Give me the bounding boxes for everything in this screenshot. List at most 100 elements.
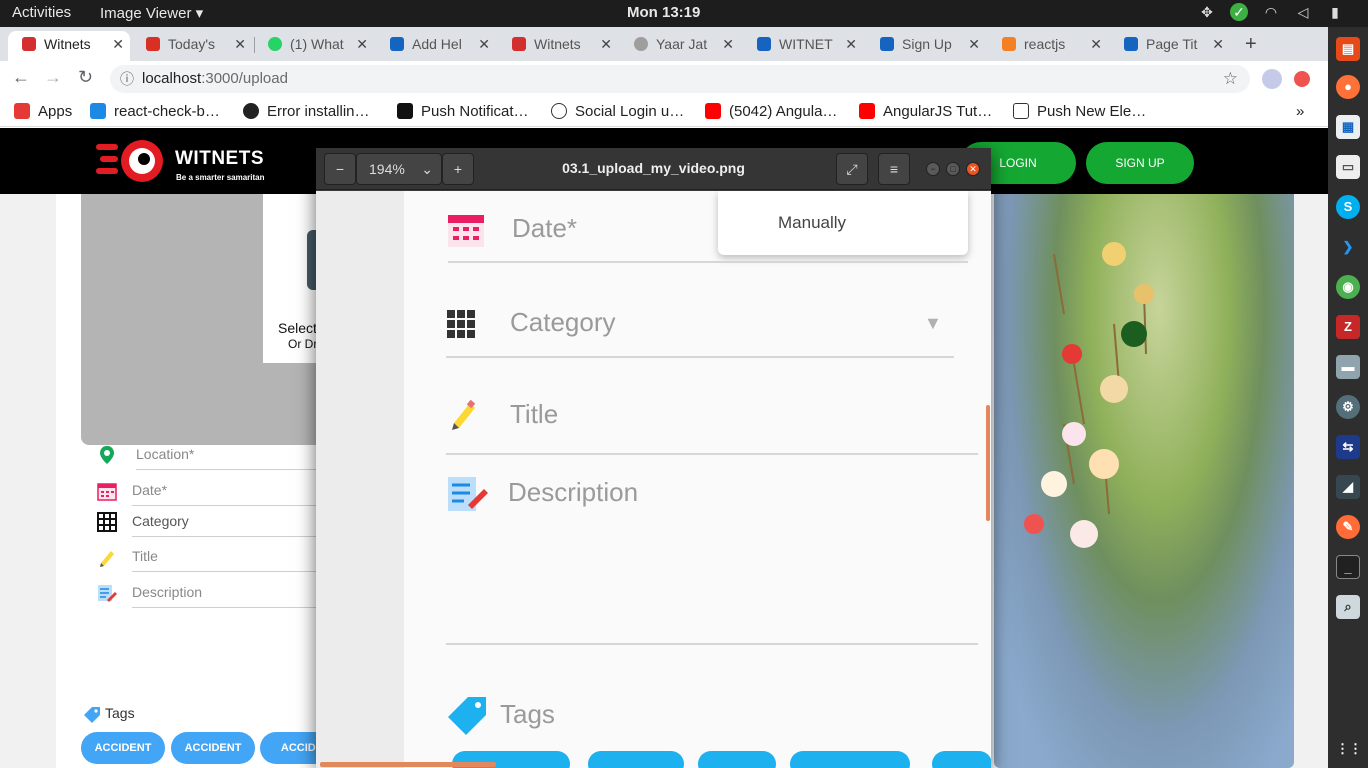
bookmark-error-installing[interactable]: Error installin… [243,103,370,120]
bolt-icon [90,103,106,119]
zoom-out-button[interactable]: − [324,153,356,185]
workbench-icon[interactable]: ◢ [1336,475,1360,499]
chevron-down-icon: ▼ [924,313,942,333]
notes-icon [448,477,488,511]
witnets-logo-icon[interactable] [96,138,168,184]
files-icon[interactable]: ▭ [1336,155,1360,179]
app-menu[interactable]: Image Viewer ▾ [100,4,203,22]
filezilla-icon[interactable]: Z [1336,315,1360,339]
close-tab-icon[interactable]: ✕ [1090,31,1102,57]
tab-add-help[interactable]: Add Hel ✕ [376,31,496,61]
chrome-icon[interactable]: ◉ [1336,275,1360,299]
date-label: Date* [132,482,168,498]
github-icon [243,103,259,119]
vertical-scrollbar[interactable] [986,405,990,521]
tab-page-title[interactable]: Page Tit ✕ [1110,31,1230,61]
horizontal-scrollbar[interactable] [320,762,496,767]
documents-icon[interactable]: ▦ [1336,115,1360,139]
signup-button[interactable]: SIGN UP [1086,142,1194,184]
show-apps-icon[interactable]: ⋮⋮ [1336,737,1362,761]
profile-avatar-icon[interactable] [1262,69,1282,89]
tag-chip [790,751,910,768]
bookmark-label: Error installin… [267,103,370,120]
menu-button[interactable]: ≡ [878,153,910,185]
tab-witnets-2[interactable]: Witnets ✕ [498,31,618,61]
close-tab-icon[interactable]: ✕ [478,31,490,57]
reload-icon[interactable]: ↻ [78,67,93,88]
maximize-window-icon[interactable]: □ [946,162,960,176]
close-tab-icon[interactable]: ✕ [722,31,734,57]
zoom-level-dropdown[interactable]: 194% ⌄ [356,153,442,185]
bookmark-react-check[interactable]: react-check-b… [90,103,220,120]
apps-grid-icon [14,103,30,119]
postman-icon[interactable]: ✎ [1336,515,1360,539]
new-tab-icon[interactable]: + [1245,33,1257,56]
bookmark-angularjs-tutorial[interactable]: AngularJS Tut… [859,103,992,120]
tab-reactjs[interactable]: reactjs ✕ [988,31,1108,61]
image-viewer-window: − 194% ⌄ + 03.1_upload_my_video.png ⤢ ≡ … [316,148,991,768]
close-tab-icon[interactable]: ✕ [968,31,980,57]
terminal-icon[interactable]: _ [1336,555,1360,579]
site-logo-name[interactable]: WITNETS [175,148,264,170]
battery-icon[interactable]: ▮ [1326,3,1344,21]
ed-icon [1013,103,1029,119]
bookmark-push-notification[interactable]: Push Notificat… [397,103,529,120]
bookmark-social-login[interactable]: Social Login u… [551,103,684,120]
witnets-favicon-icon [512,37,526,51]
location-pin-icon [100,446,114,464]
scanner-icon[interactable]: ▬ [1336,355,1360,379]
settings-icon[interactable]: ⚙ [1336,395,1360,419]
tag-chip [698,751,776,768]
vscode-icon[interactable]: ❯ [1336,235,1360,259]
tab-witnets-active[interactable]: Witnets ✕ [8,31,130,61]
bookmarks-overflow-icon[interactable]: » [1296,103,1304,120]
activities-button[interactable]: Activities [12,4,71,21]
tab-label: Sign Up [902,36,952,52]
viewer-image-canvas[interactable]: Manually Date* Category ▼ Title Descript… [316,191,991,768]
tab-yaar-jat[interactable]: Yaar Jat ✕ [620,31,740,61]
fullscreen-button[interactable]: ⤢ [836,153,868,185]
close-tab-icon[interactable]: ✕ [600,31,612,57]
office-icon[interactable]: ▤ [1336,37,1360,61]
update-check-icon[interactable]: ✓ [1230,3,1248,21]
bookmark-push-new-element[interactable]: Push New Ele… [1013,103,1146,120]
tab-witnets-3[interactable]: WITNET ✕ [743,31,863,61]
site-info-icon[interactable]: ⓘ [120,65,134,93]
url-path: :3000/upload [201,70,288,87]
close-tab-icon[interactable]: ✕ [1212,31,1224,57]
close-tab-icon[interactable]: ✕ [356,31,368,57]
skype-icon[interactable]: S [1336,195,1360,219]
close-tab-icon[interactable]: ✕ [234,31,246,57]
tag-chip[interactable]: ACCIDENT [81,732,165,764]
extension-update-icon[interactable] [1294,71,1310,87]
url-host: localhost [142,70,202,87]
minimize-window-icon[interactable]: − [926,162,940,176]
zoom-in-button[interactable]: + [442,153,474,185]
wifi-icon[interactable]: ◠ [1262,3,1280,21]
bookmark-angular-video[interactable]: (5042) Angula… [705,103,837,120]
tag-chip[interactable]: ACCIDENT [171,732,255,764]
close-window-icon[interactable]: ✕ [966,162,980,176]
pencil-icon [452,399,476,430]
forward-arrow-icon[interactable]: → [44,67,62,88]
tab-gmail[interactable]: Today's ✕ [132,31,252,61]
address-bar[interactable]: ⓘ localhost:3000/upload ☆ [110,65,1250,93]
dropbox-icon[interactable]: ✥ [1198,3,1216,21]
back-arrow-icon[interactable]: ← [12,67,30,88]
tab-whatsapp[interactable]: (1) What ✕ [254,31,374,61]
firefox-icon[interactable]: ● [1336,75,1360,99]
bookmark-apps[interactable]: Apps [14,103,72,120]
trello-favicon-icon [1124,37,1138,51]
image-viewer-icon[interactable]: ⌕ [1336,595,1360,619]
date-label: Date* [512,213,578,243]
trello-favicon-icon [880,37,894,51]
bookmarks-bar: Apps react-check-b… Error installin… Pus… [0,97,1328,127]
tab-sign-up[interactable]: Sign Up ✕ [866,31,986,61]
close-tab-icon[interactable]: ✕ [112,31,124,57]
volume-icon[interactable]: ◁ [1294,3,1312,21]
bookmark-star-icon[interactable]: ☆ [1223,65,1238,93]
calendar-icon [448,215,484,247]
network-icon[interactable]: ⇆ [1336,435,1360,459]
clock[interactable]: Mon 13:19 [627,4,700,21]
close-tab-icon[interactable]: ✕ [845,31,857,57]
